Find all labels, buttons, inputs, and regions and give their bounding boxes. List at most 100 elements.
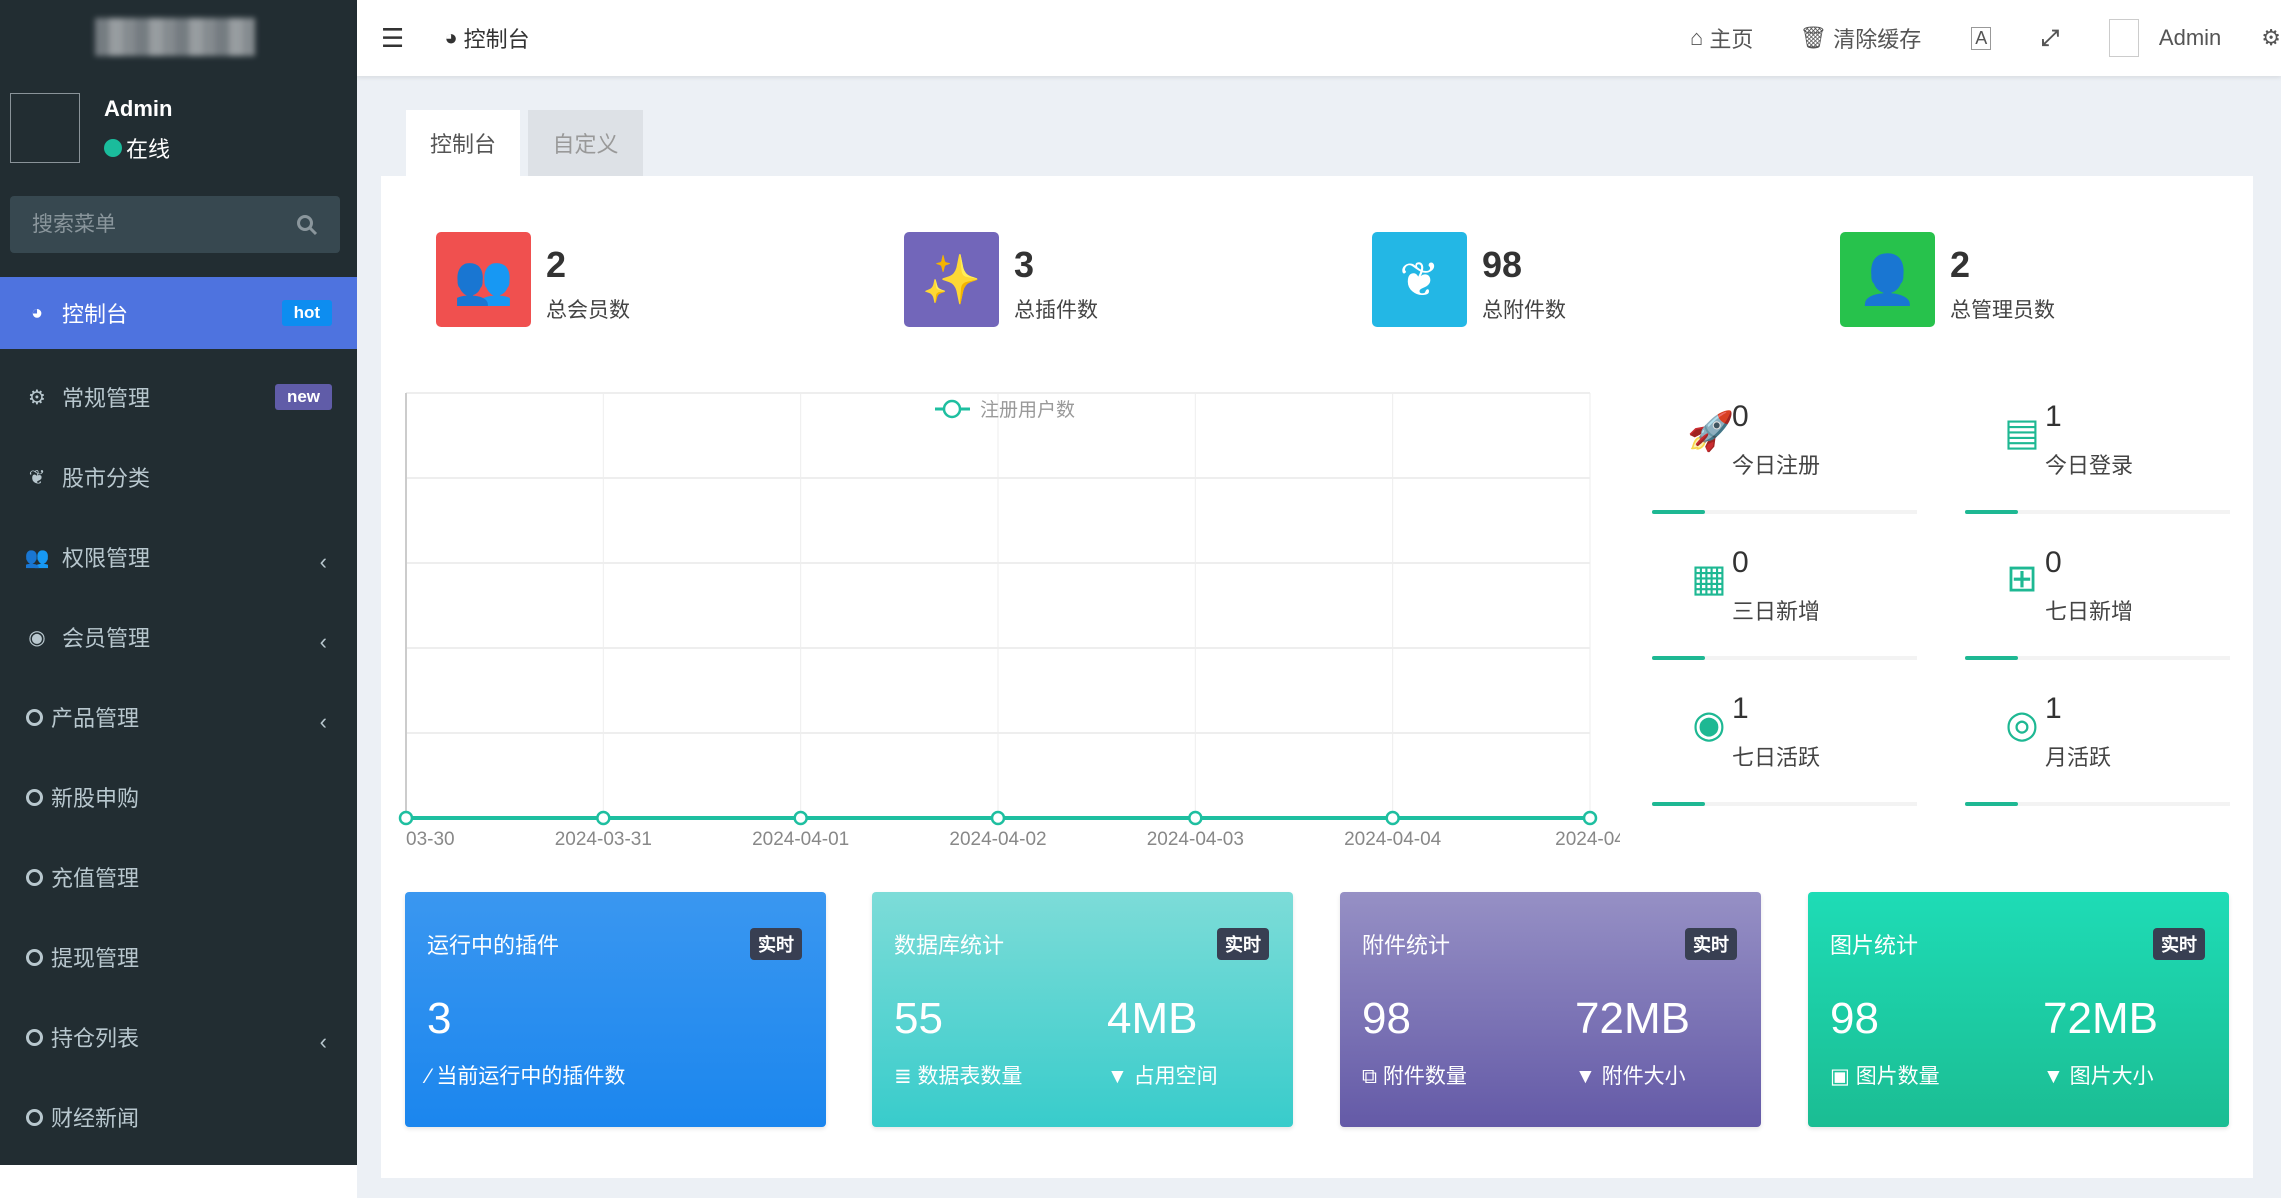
stat-label: 总会员数 (546, 299, 630, 322)
menu-toggle-icon[interactable]: ☰ (381, 23, 404, 54)
stat-label: 总插件数 (1014, 299, 1098, 322)
sidebar-item-1[interactable]: ⚙ 常规管理 new (0, 357, 357, 437)
data-point (1188, 810, 1203, 826)
header-avatar[interactable] (2108, 19, 2139, 57)
side-stat: 🚀 0 今日注册 (1652, 400, 1917, 520)
stat-label: 总管理员数 (1950, 299, 2055, 322)
side-stat: ◉ 1 七日活跃 (1652, 692, 1917, 812)
x-tick-label: 03-30 (406, 829, 455, 850)
sidebar-item-2[interactable]: ❦ 股市分类 (0, 437, 357, 517)
sidebar-item-label: 提现管理 (51, 946, 140, 971)
side-stat-value: 0 (1732, 400, 1749, 433)
sidebar-item-label: 控制台 (62, 302, 129, 327)
card-title: 数据库统计 (894, 933, 1005, 958)
filter-icon: ▼ (2043, 1065, 2070, 1088)
circle-icon (26, 868, 43, 886)
side-stat-label: 月活跃 (2045, 745, 2112, 770)
side-stat-label: 七日活跃 (1732, 745, 1821, 770)
logo[interactable] (95, 18, 255, 56)
home-link[interactable]: ⌂ 主页 (1690, 22, 1753, 54)
magic-wand-icon: ⁄ (427, 1065, 437, 1088)
x-tick-label: 2024-04 (1555, 829, 1620, 850)
image-icon: ▣ (1830, 1065, 1856, 1088)
data-point (596, 810, 611, 826)
fullscreen-icon[interactable]: ⤢ (2041, 25, 2059, 51)
sidebar-item-5[interactable]: 产品管理 ‹ (0, 677, 357, 757)
registration-chart: 03-30 2024-03-31 2024-04-01 2024-04-02 2024-… (398, 392, 1620, 850)
card-title: 附件统计 (1362, 933, 1451, 958)
chevron-left-icon[interactable]: ‹ (320, 629, 327, 655)
card-label: 图片数量 (1855, 1065, 1940, 1088)
tab-console[interactable]: 控制台 (406, 110, 520, 176)
stat-value: 3 (1014, 244, 1035, 285)
files-icon: ⧉ (1362, 1065, 1383, 1088)
tab-dashboard[interactable]: ◕ 控制台 (444, 22, 529, 54)
card-label-2: 附件大小 (1601, 1065, 1686, 1088)
side-stat-label: 七日新增 (2045, 599, 2134, 624)
sidebar-item-3[interactable]: 👥 权限管理 ‹ (0, 517, 357, 597)
sidebar-item-label: 持仓列表 (51, 1026, 140, 1051)
menu-badge: hot (281, 300, 332, 326)
circle-icon (26, 1028, 43, 1046)
filter-icon: ▼ (1575, 1065, 1602, 1088)
sidebar-menu: ◕ 控制台 hot ⚙ 常规管理 new ❦ 股市分类 👥 权限管理 ‹ ◉ 会员管理 ‹ 产品管理 ‹ 新股申… (0, 277, 357, 1157)
stat-box: ✨ 3 总插件数 (904, 232, 1098, 327)
side-stat-value: 0 (2045, 546, 2062, 579)
tab-custom[interactable]: 自定义 (528, 110, 643, 176)
leaf-icon: ❦ (28, 466, 46, 489)
rocket-icon: 🚀 (1687, 411, 1735, 453)
trash-icon: 🗑 (1799, 25, 1828, 50)
user-status: 在线 (104, 132, 170, 164)
card-label: 数据表数量 (917, 1065, 1023, 1088)
stat-card: 图片统计 实时 98 ▣ 图片数量 72MB ▼ 图片大小 (1808, 892, 2229, 1127)
sidebar-item-8[interactable]: 提现管理 (0, 917, 357, 997)
sidebar-item-0[interactable]: ◕ 控制台 hot (0, 277, 357, 349)
side-stat-value: 1 (2045, 692, 2062, 725)
side-stat: ▤ 1 今日登录 (1965, 400, 2230, 520)
x-tick-label: 2024-04-03 (1147, 829, 1244, 850)
circle-icon (26, 948, 43, 966)
side-stat: ▦ 0 三日新增 (1652, 546, 1917, 666)
sidebar-item-9[interactable]: 持仓列表 ‹ (0, 997, 357, 1077)
home-icon: ⌂ (1690, 25, 1704, 50)
chevron-left-icon[interactable]: ‹ (320, 709, 327, 735)
dashboard-icon: ◕ (444, 25, 458, 50)
users-icon: 👥 (436, 232, 531, 327)
card-label-2: 图片大小 (2069, 1065, 2154, 1088)
realtime-badge: 实时 (1685, 928, 1737, 960)
stat-card: 运行中的插件 实时 3 ⁄ 当前运行中的插件数 (405, 892, 826, 1127)
header-user-name[interactable]: Admin (2159, 25, 2221, 51)
progress-bar (1965, 656, 2230, 660)
group-icon: 👥 (24, 546, 50, 569)
circle-icon (26, 708, 43, 726)
sidebar-item-6[interactable]: 新股申购 (0, 757, 357, 837)
card-value: 55 (894, 994, 943, 1043)
sidebar-item-10[interactable]: 财经新闻 (0, 1077, 357, 1157)
dashboard-icon: ◕ (30, 301, 44, 324)
side-stat-label: 今日登录 (2045, 453, 2134, 478)
sidebar-item-label: 充值管理 (51, 866, 140, 891)
translate-icon[interactable]: A (1971, 26, 1992, 50)
card-title: 运行中的插件 (427, 933, 560, 958)
sidebar-item-7[interactable]: 充值管理 (0, 837, 357, 917)
stat-value: 2 (546, 244, 567, 285)
user-icon: 👤 (1840, 232, 1935, 327)
magic-wand-icon: ✨ (904, 232, 999, 327)
data-point (1582, 810, 1598, 826)
data-point (1385, 810, 1400, 826)
search-icon[interactable] (296, 214, 318, 236)
cogs-icon: ⚙ (28, 386, 46, 409)
side-stat-label: 三日新增 (1732, 599, 1821, 624)
chevron-left-icon[interactable]: ‹ (320, 549, 327, 575)
calendar-plus-icon: ⊞ (2006, 558, 2038, 600)
clear-cache-button[interactable]: 🗑 清除缓存 (1799, 22, 1921, 54)
stat-box: 👤 2 总管理员数 (1840, 232, 2055, 327)
calendar-icon: ▦ (1691, 558, 1727, 600)
chevron-left-icon[interactable]: ‹ (320, 1029, 327, 1055)
cogs-icon[interactable]: ⚙ (2261, 25, 2281, 51)
user-circle-icon: ◉ (1692, 704, 1726, 746)
stat-value: 2 (1950, 244, 1971, 285)
menu-search-input[interactable] (32, 212, 282, 237)
circle-icon (26, 1108, 43, 1126)
sidebar-item-4[interactable]: ◉ 会员管理 ‹ (0, 597, 357, 677)
